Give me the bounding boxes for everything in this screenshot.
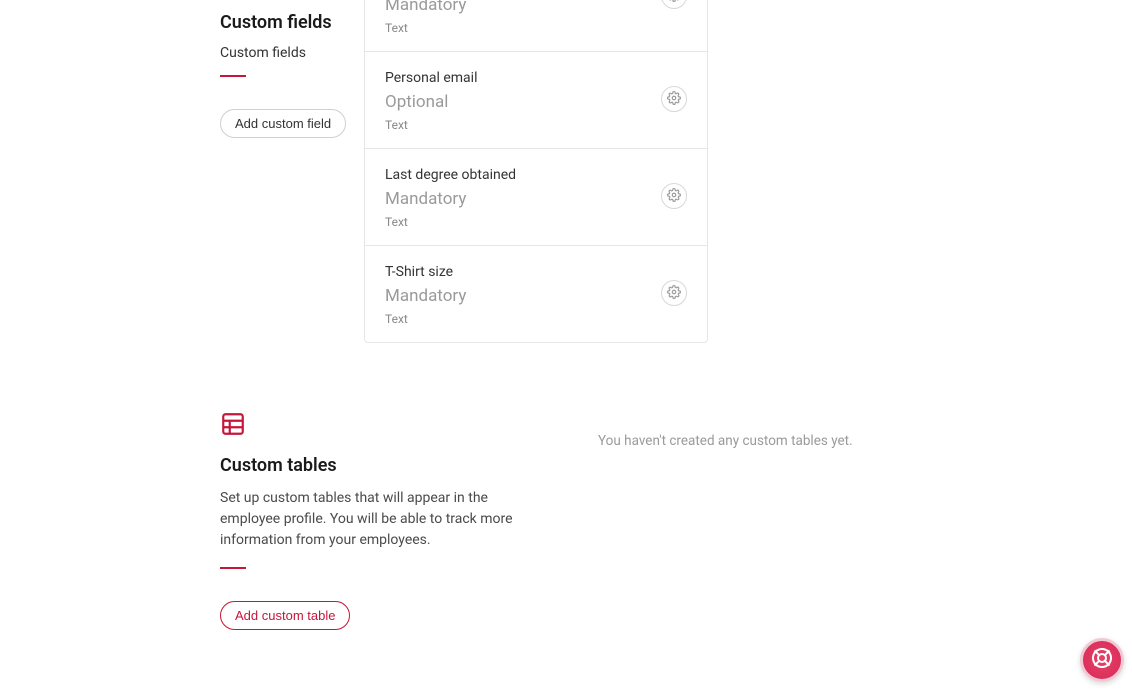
- field-type: Text: [385, 118, 477, 132]
- field-requirement: Mandatory: [385, 189, 516, 209]
- add-custom-table-button[interactable]: Add custom table: [220, 601, 350, 630]
- field-row: Personal email Optional Text: [365, 52, 707, 149]
- field-settings-button[interactable]: [661, 86, 687, 112]
- gear-icon: [667, 0, 681, 6]
- field-type: Text: [385, 215, 516, 229]
- field-type: Text: [385, 312, 466, 326]
- headset-icon: [1090, 646, 1114, 674]
- field-requirement: Mandatory: [385, 0, 466, 15]
- field-requirement: Optional: [385, 92, 477, 112]
- field-row: Allergies Mandatory Text: [365, 0, 707, 52]
- field-type: Text: [385, 21, 466, 35]
- gear-icon: [667, 187, 681, 206]
- field-row: T-Shirt size Mandatory Text: [365, 246, 707, 342]
- help-button[interactable]: [1080, 638, 1124, 682]
- field-settings-button[interactable]: [661, 183, 687, 209]
- add-custom-field-button[interactable]: Add custom field: [220, 109, 346, 138]
- section-divider: [220, 567, 246, 569]
- custom-tables-empty-state: You haven't created any custom tables ye…: [530, 433, 1132, 449]
- field-row: Last degree obtained Mandatory Text: [365, 149, 707, 246]
- field-settings-button[interactable]: [661, 0, 687, 9]
- custom-tables-title: Custom tables: [220, 455, 530, 476]
- custom-tables-description: Set up custom tables that will appear in…: [220, 488, 530, 551]
- custom-fields-list: Allergies Mandatory Text Personal email: [364, 0, 708, 343]
- field-requirement: Mandatory: [385, 286, 466, 306]
- field-name: Personal email: [385, 70, 477, 86]
- field-settings-button[interactable]: [661, 280, 687, 306]
- section-divider: [220, 75, 246, 77]
- field-name: Last degree obtained: [385, 167, 516, 183]
- table-icon: [220, 411, 530, 441]
- gear-icon: [667, 90, 681, 109]
- field-name: T-Shirt size: [385, 264, 466, 280]
- gear-icon: [667, 284, 681, 303]
